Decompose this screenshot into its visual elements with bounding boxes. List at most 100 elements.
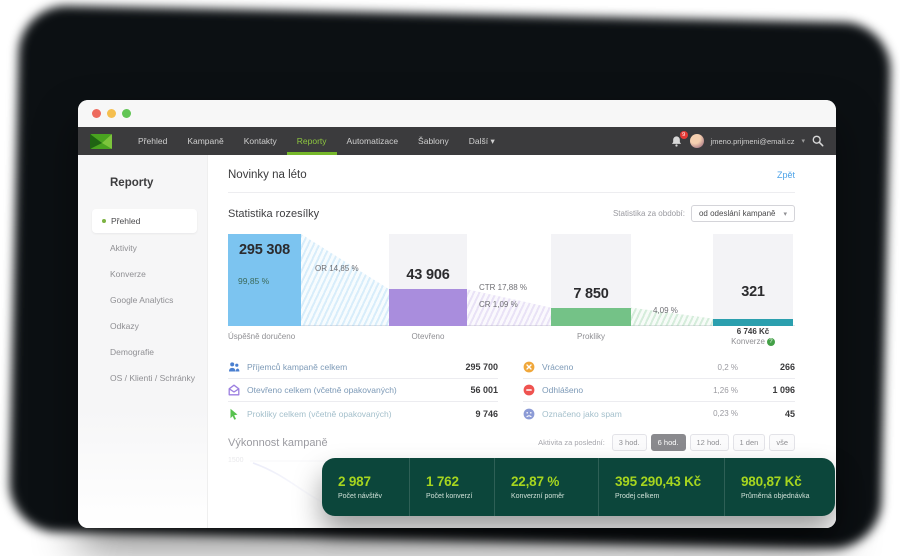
funnel-transition-conv: 4,09 % [631, 234, 713, 326]
totals-lists: Příjemců kampaně celkem 295 700 Otevřeno… [228, 356, 795, 425]
nav-item-kampane[interactable]: Kampaně [177, 127, 233, 155]
spam-link[interactable]: Označeno jako spam [542, 409, 687, 419]
period-select-value: od odeslání kampaně [698, 209, 776, 218]
active-dot-icon [102, 219, 106, 223]
close-window-icon[interactable] [92, 109, 101, 118]
filter-12h-button[interactable]: 12 hod. [689, 434, 729, 451]
reports-sidebar: Reporty Přehled Aktivity Konverze Google… [78, 155, 208, 528]
funnel-transition-ctr: CTR 17,88 % CR 1,09 % [467, 234, 551, 326]
funnel-step-delivered[interactable]: 295 308 99,85 % [228, 234, 301, 326]
sidebar-item-konverze[interactable]: Konverze [78, 261, 207, 287]
open-rate-label: OR 14,85 % [315, 264, 359, 273]
sidebar-item-odkazy[interactable]: Odkazy [78, 313, 207, 339]
spam-value: 45 [784, 408, 795, 419]
period-label: Statistika za období: [612, 209, 685, 218]
opened-total-link[interactable]: Otevřeno celkem (včetně opakovaných) [247, 385, 441, 395]
minimize-window-icon[interactable] [107, 109, 116, 118]
nav-item-prehled[interactable]: Přehled [128, 127, 177, 155]
kpi-visits-label: Počet návštěv [338, 493, 382, 500]
unsubscribed-link[interactable]: Odhlášeno [542, 385, 687, 395]
kpi-avg-order-label: Průměrná objednávka [741, 493, 810, 500]
kpi-conversions-label: Počet konverzí [426, 493, 473, 500]
ctr-label: CTR 17,88 % [479, 283, 528, 292]
funnel-label-opened: Otevřeno [411, 332, 445, 341]
campaign-title: Novinky na léto [228, 169, 307, 181]
kpi-visits-value: 2 987 [338, 474, 371, 489]
clicks-total-link[interactable]: Prokliky celkem (včetně opakovaných) [247, 409, 441, 419]
bounced-value: 266 [779, 362, 795, 372]
bounced-link[interactable]: Vráceno [542, 362, 687, 372]
period-select[interactable]: od odeslání kampaně ▾ [690, 205, 795, 222]
sidebar-item-demografie[interactable]: Demografie [78, 339, 207, 365]
nav-right-cluster: 9 jmeno.prijmeni@email.cz ▾ [670, 130, 824, 148]
cr-label: CR 1,09 % [479, 300, 518, 309]
nav-item-kontakty[interactable]: Kontakty [234, 127, 287, 155]
funnel-step-conversions[interactable]: 321 [713, 234, 793, 326]
kpi-conversions-value: 1 762 [426, 474, 459, 489]
funnel-value-clicks: 7 850 [573, 286, 609, 302]
sidebar-item-aktivity[interactable]: Aktivity [78, 235, 207, 261]
kpi-total-sales: 395 290,43 Kč Prodej celkem [598, 458, 724, 516]
nav-item-sablony[interactable]: Šablony [408, 127, 459, 155]
filter-all-button[interactable]: vše [769, 434, 795, 451]
funnel-sub-delivered: 99,85 % [238, 276, 270, 286]
bounced-icon [523, 361, 535, 373]
totals-right: Vráceno 0,2 % 266 Odhlášeno 1,26 % 1 096 [523, 356, 795, 425]
stage: Přehled Kampaně Kontakty Reporty Automat… [0, 0, 900, 556]
total-row-unsubscribed: Odhlášeno 1,26 % 1 096 [523, 379, 795, 402]
help-icon[interactable]: ? [766, 337, 775, 346]
page-header: Novinky na léto Zpět [228, 155, 795, 193]
kpi-conversion-rate-value: 22,87 % [511, 474, 560, 489]
nav-item-automatizace[interactable]: Automatizace [337, 127, 409, 155]
clicks-total-value: 9 746 [475, 408, 498, 419]
sidebar-title: Reporty [110, 177, 154, 189]
window-titlebar [78, 100, 836, 127]
sidebar-item-google-analytics[interactable]: Google Analytics [78, 287, 207, 313]
funnel-revenue-conversions: 6 746 Kč [736, 327, 770, 336]
maximize-window-icon[interactable] [122, 109, 131, 118]
unsubscribed-pct: 1,26 % [713, 385, 738, 395]
sidebar-item-os-klienti[interactable]: OS / Klienti / Schránky [78, 365, 207, 391]
notifications-button[interactable]: 9 [670, 130, 688, 148]
recipients-value: 295 700 [465, 362, 498, 372]
filter-6h-button[interactable]: 6 hod. [650, 434, 686, 451]
nav-item-reporty[interactable]: Reporty [286, 127, 337, 155]
kpi-conversions: 1 762 Počet konverzí [409, 458, 494, 516]
unsubscribed-icon [523, 384, 535, 396]
search-icon[interactable] [812, 135, 824, 147]
kpi-summary-bar: 2 987 Počet návštěv 1 762 Počet konverzí… [322, 458, 835, 516]
opened-envelope-icon [228, 384, 240, 396]
y-tick-1000: 1000 [230, 511, 246, 518]
funnel-label-conversions-text: Konverze [731, 337, 765, 346]
funnel-step-opened[interactable]: 43 906 [389, 234, 467, 326]
funnel-bar-opened [389, 289, 467, 326]
kpi-avg-order: 980,87 Kč Průměrná objednávka [724, 458, 835, 516]
totals-left: Příjemců kampaně celkem 295 700 Otevřeno… [228, 356, 498, 425]
filter-1d-button[interactable]: 1 den [732, 434, 766, 451]
kpi-total-sales-label: Prodej celkem [615, 493, 660, 500]
user-email[interactable]: jmeno.prijmeni@email.cz [711, 137, 795, 146]
funnel-value-opened: 43 906 [406, 267, 450, 283]
kpi-conversion-rate: 22,87 % Konverzní poměr [494, 458, 598, 516]
total-row-clicks: Prokliky celkem (včetně opakovaných) 9 7… [228, 402, 498, 425]
nav-items: Přehled Kampaně Kontakty Reporty Automat… [128, 127, 505, 155]
recipients-link[interactable]: Příjemců kampaně celkem [247, 362, 441, 372]
kpi-conversion-rate-label: Konverzní poměr [511, 493, 565, 500]
funnel-label-conversions: Konverze? [713, 337, 793, 346]
kpi-total-sales-value: 395 290,43 Kč [615, 474, 701, 489]
app-logo-icon[interactable] [90, 133, 112, 149]
sidebar-item-prehled[interactable]: Přehled [92, 209, 197, 233]
notification-badge: 9 [679, 130, 688, 139]
back-link[interactable]: Zpět [777, 170, 795, 180]
user-avatar[interactable] [689, 134, 704, 148]
funnel-step-clicks[interactable]: 7 850 [551, 234, 631, 326]
top-navbar: Přehled Kampaně Kontakty Reporty Automat… [78, 127, 836, 155]
spam-sad-face-icon [523, 408, 535, 419]
nav-item-dalsi[interactable]: Další ▾ [459, 127, 505, 155]
bounced-pct: 0,2 % [717, 362, 738, 372]
total-row-bounced: Vráceno 0,2 % 266 [523, 356, 795, 379]
filter-3h-button[interactable]: 3 hod. [611, 434, 647, 451]
kpi-visits: 2 987 Počet návštěv [322, 458, 409, 516]
delivery-funnel-chart: 295 308 99,85 % OR 14,85 % 43 906 CTR 17… [228, 234, 795, 326]
user-menu-chevron-icon[interactable]: ▾ [801, 137, 805, 145]
